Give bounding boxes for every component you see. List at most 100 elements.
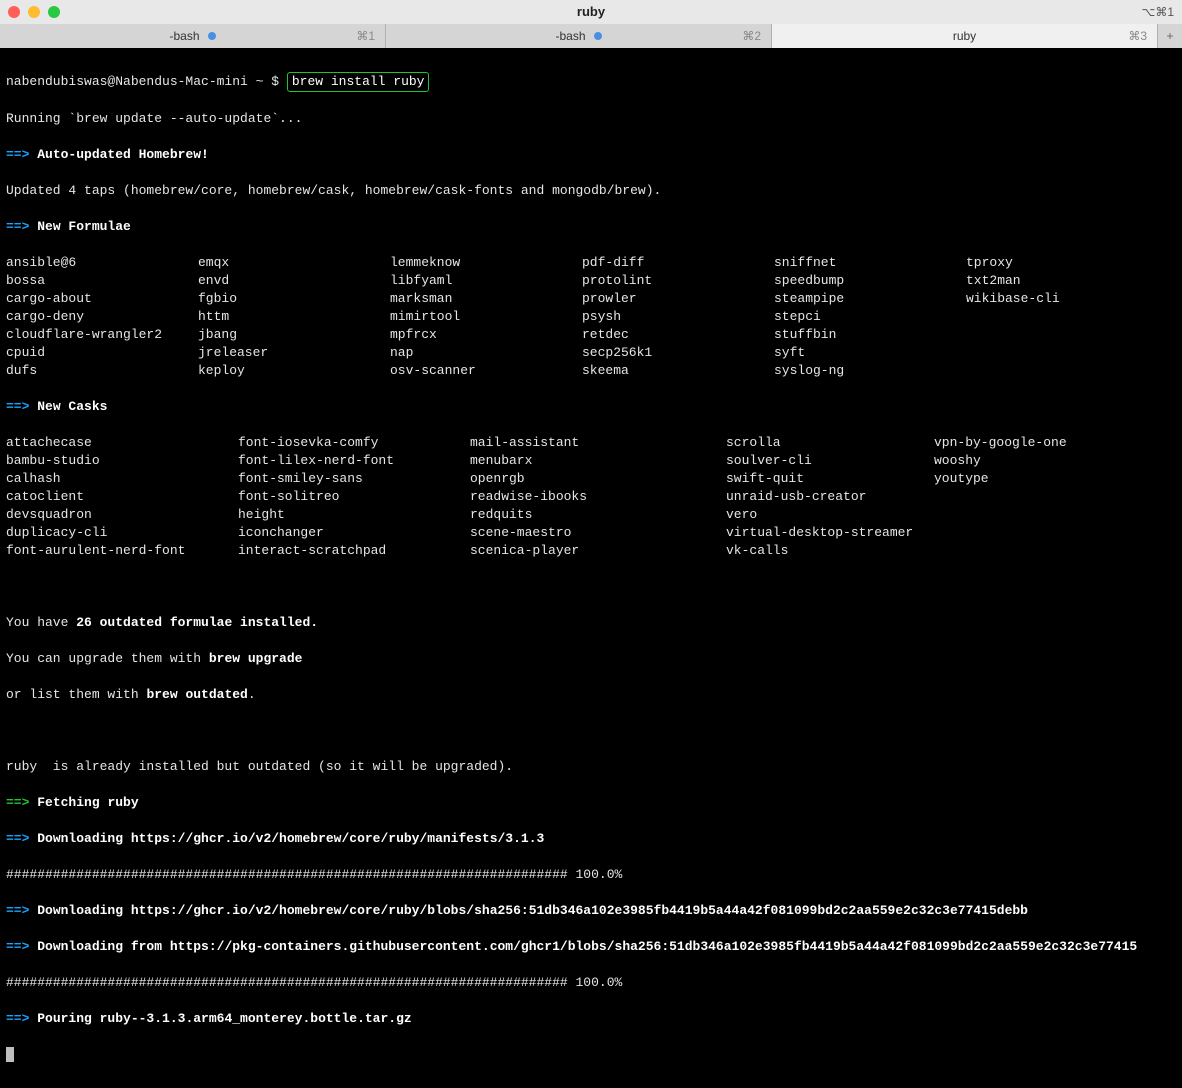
list-item: psysh	[582, 308, 774, 326]
list-item: unraid-usb-creator	[726, 488, 934, 506]
progress-bar: ########################################…	[6, 866, 1176, 884]
window-titlebar: ruby ⌥⌘1	[0, 0, 1182, 24]
list-item	[934, 524, 1166, 542]
list-item: steampipe	[774, 290, 966, 308]
terminal-line: You can upgrade them with brew upgrade	[6, 650, 1176, 668]
list-item: font-smiley-sans	[238, 470, 470, 488]
list-item: cargo-about	[6, 290, 198, 308]
tab-shortcut: ⌘1	[356, 27, 375, 45]
list-item: wikibase-cli	[966, 290, 1158, 308]
list-item: readwise-ibooks	[470, 488, 726, 506]
package-name: ruby	[107, 795, 138, 810]
fetching-label: Fetching	[37, 795, 107, 810]
list-item: youtype	[934, 470, 1166, 488]
section-heading: New Formulae	[37, 219, 131, 234]
activity-dot-icon	[594, 32, 602, 40]
list-item: tproxy	[966, 254, 1158, 272]
list-item: font-aurulent-nerd-font	[6, 542, 238, 560]
list-item: protolint	[582, 272, 774, 290]
list-item: iconchanger	[238, 524, 470, 542]
list-item	[966, 326, 1158, 344]
list-item: redquits	[470, 506, 726, 524]
list-item: ansible@6	[6, 254, 198, 272]
tab-bash-1[interactable]: -bash ⌘1	[0, 24, 386, 48]
list-item: vero	[726, 506, 934, 524]
list-item: calhash	[6, 470, 238, 488]
list-item: scrolla	[726, 434, 934, 452]
terminal-line: Pouring ruby--3.1.3.arm64_monterey.bottl…	[37, 1011, 411, 1026]
terminal-content[interactable]: nabendubiswas@Nabendus-Mac-mini ~ $ brew…	[0, 48, 1182, 1088]
list-item	[966, 308, 1158, 326]
arrow-icon: ==>	[6, 903, 29, 918]
close-icon[interactable]	[8, 6, 20, 18]
list-item: devsquadron	[6, 506, 238, 524]
titlebar-shortcut: ⌥⌘1	[1141, 3, 1174, 21]
terminal-line: or list them with brew outdated.	[6, 686, 1176, 704]
tab-ruby[interactable]: ruby ⌘3	[772, 24, 1158, 48]
list-item: pdf-diff	[582, 254, 774, 272]
list-item: sniffnet	[774, 254, 966, 272]
command-highlight: brew install ruby	[287, 72, 430, 92]
list-item: mail-assistant	[470, 434, 726, 452]
list-item	[934, 542, 1166, 560]
list-item: syslog-ng	[774, 362, 966, 380]
arrow-icon: ==>	[6, 219, 29, 234]
maximize-icon[interactable]	[48, 6, 60, 18]
list-item: lemmeknow	[390, 254, 582, 272]
section-heading: Auto-updated Homebrew!	[37, 147, 209, 162]
list-item: cargo-deny	[6, 308, 198, 326]
tab-bash-2[interactable]: -bash ⌘2	[386, 24, 772, 48]
list-item: emqx	[198, 254, 390, 272]
list-item: swift-quit	[726, 470, 934, 488]
terminal-line: Updated 4 taps (homebrew/core, homebrew/…	[6, 182, 1176, 200]
tab-shortcut: ⌘2	[742, 27, 761, 45]
terminal-line: Downloading https://ghcr.io/v2/homebrew/…	[37, 903, 1028, 918]
list-item: skeema	[582, 362, 774, 380]
list-item: height	[238, 506, 470, 524]
section-heading: New Casks	[37, 399, 107, 414]
cursor-icon	[6, 1047, 14, 1062]
minimize-icon[interactable]	[28, 6, 40, 18]
list-item: retdec	[582, 326, 774, 344]
list-item: httm	[198, 308, 390, 326]
list-item: bambu-studio	[6, 452, 238, 470]
list-item: attachecase	[6, 434, 238, 452]
list-item: font-solitreo	[238, 488, 470, 506]
window-title: ruby	[0, 3, 1182, 21]
list-item: stuffbin	[774, 326, 966, 344]
list-item: mpfrcx	[390, 326, 582, 344]
terminal-line: Downloading from https://pkg-containers.…	[37, 939, 1137, 954]
list-item: vpn-by-google-one	[934, 434, 1166, 452]
list-item: envd	[198, 272, 390, 290]
list-item: prowler	[582, 290, 774, 308]
list-item	[966, 362, 1158, 380]
tab-label: -bash	[169, 27, 199, 45]
list-item: speedbump	[774, 272, 966, 290]
list-item: secp256k1	[582, 344, 774, 362]
progress-bar: ########################################…	[6, 974, 1176, 992]
list-item: duplicacy-cli	[6, 524, 238, 542]
formulae-list: ansible@6emqxlemmeknowpdf-diffsniffnettp…	[6, 254, 1176, 380]
arrow-icon: ==>	[6, 831, 29, 846]
list-item: catoclient	[6, 488, 238, 506]
list-item: jbang	[198, 326, 390, 344]
list-item: font-iosevka-comfy	[238, 434, 470, 452]
new-tab-button[interactable]: +	[1158, 24, 1182, 48]
list-item: osv-scanner	[390, 362, 582, 380]
list-item: bossa	[6, 272, 198, 290]
terminal-line: ruby is already installed but outdated (…	[6, 758, 1176, 776]
list-item: vk-calls	[726, 542, 934, 560]
list-item	[934, 488, 1166, 506]
list-item: font-lilex-nerd-font	[238, 452, 470, 470]
terminal-line: Running `brew update --auto-update`...	[6, 110, 1176, 128]
list-item: wooshy	[934, 452, 1166, 470]
arrow-icon: ==>	[6, 399, 29, 414]
activity-dot-icon	[208, 32, 216, 40]
list-item: marksman	[390, 290, 582, 308]
list-item: nap	[390, 344, 582, 362]
list-item: virtual-desktop-streamer	[726, 524, 934, 542]
arrow-icon: ==>	[6, 147, 29, 162]
list-item: openrgb	[470, 470, 726, 488]
prompt-path: nabendubiswas@Nabendus-Mac-mini ~ $	[6, 74, 287, 89]
terminal-line: Downloading https://ghcr.io/v2/homebrew/…	[37, 831, 544, 846]
